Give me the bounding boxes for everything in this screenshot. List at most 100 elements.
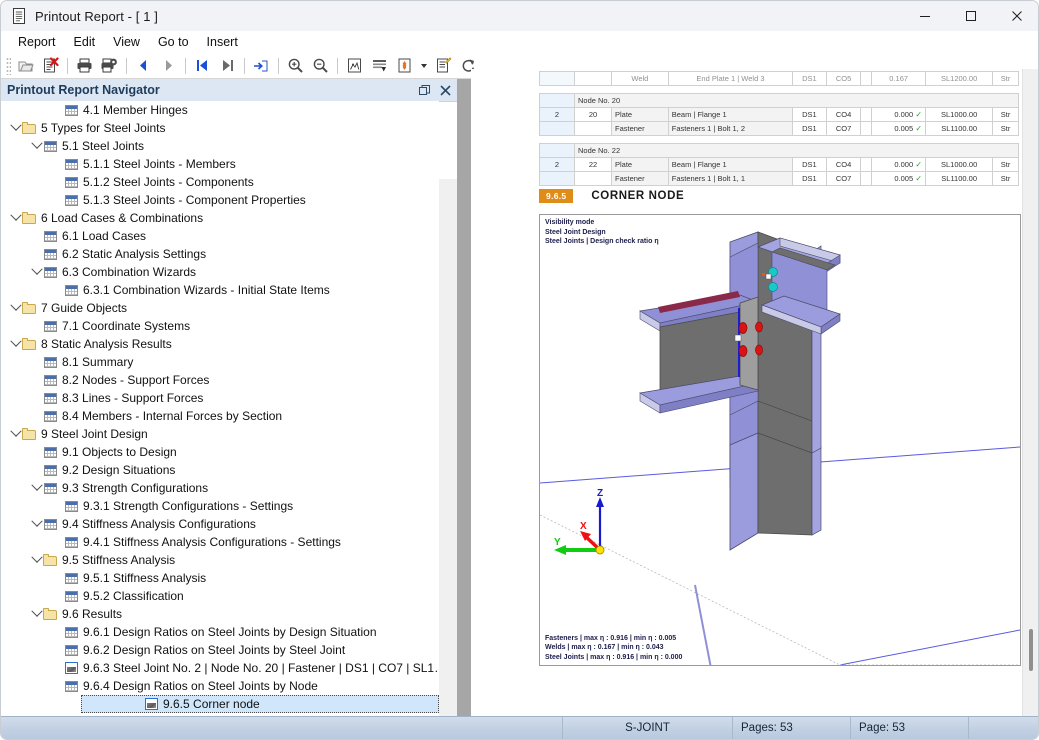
document-vertical-scrollbar[interactable] <box>1022 69 1038 717</box>
tree-item[interactable]: 9.6.5 Corner node <box>81 695 439 713</box>
tree-expander-empty <box>51 626 64 639</box>
chevron-down-icon[interactable] <box>9 209 22 225</box>
row-trail-cell: Str <box>992 157 1019 172</box>
chevron-glyph <box>30 605 43 617</box>
tree-item[interactable]: 9.2 Design Situations <box>1 461 439 479</box>
tree-item[interactable]: 7.1 Coordinate Systems <box>1 317 439 335</box>
tree-item[interactable]: 5.1.3 Steel Joints - Component Propertie… <box>1 191 439 209</box>
svg-text:Z: Z <box>597 488 603 499</box>
tree-expander-empty <box>30 248 43 261</box>
tree-item[interactable]: 9.6.1 Design Ratios on Steel Joints by D… <box>1 623 439 641</box>
first-page-icon[interactable] <box>190 55 215 77</box>
tree-expander-empty <box>51 104 64 117</box>
go-to-page-icon[interactable] <box>249 55 274 77</box>
chevron-down-icon[interactable] <box>9 119 22 135</box>
tree-item[interactable]: 9.5.2 Classification <box>1 587 439 605</box>
tree-item[interactable]: 9.6.4 Design Ratios on Steel Joints by N… <box>1 677 439 695</box>
tree-item[interactable]: 7 Guide Objects <box>1 299 439 317</box>
selection-icon[interactable] <box>367 55 392 77</box>
dropdown-arrow-icon[interactable] <box>417 55 431 77</box>
tree-item[interactable]: 8.4 Members - Internal Forces by Section <box>1 407 439 425</box>
tree-item[interactable]: 6.1 Load Cases <box>1 227 439 245</box>
tree-item[interactable]: 6 Load Cases & Combinations <box>1 209 439 227</box>
report-document-view[interactable]: Weld End Plate 1 | Weld 3 DS1 CO5 0.167 SL120… <box>471 69 1038 717</box>
page-setup-icon[interactable] <box>342 55 367 77</box>
open-report-icon[interactable] <box>13 55 38 77</box>
menu-insert[interactable]: Insert <box>198 33 247 51</box>
menu-report[interactable]: Report <box>9 33 65 51</box>
tree-item-label: 8.1 Summary <box>62 355 134 369</box>
tree-expander-empty <box>51 662 64 675</box>
undock-panel-button[interactable] <box>415 81 433 99</box>
maximize-button[interactable] <box>948 1 994 31</box>
chevron-down-icon[interactable] <box>30 605 43 621</box>
menu-goto[interactable]: Go to <box>149 33 198 51</box>
row-ds-cell: DS1 <box>792 157 827 172</box>
tree-item[interactable]: 8 Static Analysis Results <box>1 335 439 353</box>
tree-item[interactable]: 8.2 Nodes - Support Forces <box>1 371 439 389</box>
row-ratio-cell: 0.000 ✓ <box>871 157 927 172</box>
tree-item[interactable]: 9.5.1 Stiffness Analysis <box>1 569 439 587</box>
toolbar-grip[interactable] <box>6 56 11 75</box>
toolbar-separator <box>244 57 245 74</box>
last-page-icon[interactable] <box>215 55 240 77</box>
tree-item[interactable]: 9.5 Stiffness Analysis <box>1 551 439 569</box>
status-end <box>968 717 1038 739</box>
tree-item[interactable]: 8.1 Summary <box>1 353 439 371</box>
previous-page-icon[interactable] <box>131 55 156 77</box>
minimize-button[interactable] <box>902 1 948 31</box>
navigator-vertical-scrollbar[interactable] <box>439 179 457 739</box>
chevron-down-icon[interactable] <box>30 479 43 495</box>
menu-view[interactable]: View <box>104 33 149 51</box>
tree-expander-empty <box>30 320 43 333</box>
tree-item[interactable]: 5.1.2 Steel Joints - Components <box>1 173 439 191</box>
tree-item[interactable]: 6.3 Combination Wizards <box>1 263 439 281</box>
navigator-tree[interactable]: 4.1 Member Hinges 5 Types for Steel Joint… <box>1 101 439 717</box>
next-page-icon[interactable] <box>156 55 181 77</box>
tree-item[interactable]: 9.3.1 Strength Configurations - Settings <box>1 497 439 515</box>
chevron-down-icon[interactable] <box>30 551 43 567</box>
chevron-down-icon[interactable] <box>30 263 43 279</box>
tree-expander-empty <box>51 536 64 549</box>
delete-report-icon[interactable] <box>38 55 63 77</box>
tree-item[interactable]: 9.3 Strength Configurations <box>1 479 439 497</box>
tree-item[interactable]: 9.6 Results <box>1 605 439 623</box>
zoom-in-icon[interactable] <box>283 55 308 77</box>
svg-text:Y: Y <box>554 537 561 548</box>
document-scroll-thumb[interactable] <box>1029 629 1033 671</box>
print-icon[interactable] <box>72 55 97 77</box>
tree-item[interactable]: 5.1 Steel Joints <box>1 137 439 155</box>
print-settings-icon[interactable] <box>97 55 122 77</box>
tree-item[interactable]: 5.1.1 Steel Joints - Members <box>1 155 439 173</box>
tree-item[interactable]: 9.4.1 Stiffness Analysis Configurations … <box>1 533 439 551</box>
close-panel-button[interactable] <box>436 81 454 99</box>
tree-item[interactable]: 9.1 Objects to Design <box>1 443 439 461</box>
tree-item[interactable]: 9.4 Stiffness Analysis Configurations <box>1 515 439 533</box>
menu-edit[interactable]: Edit <box>65 33 105 51</box>
edit-report-icon[interactable] <box>431 55 456 77</box>
chevron-down-icon[interactable] <box>9 299 22 315</box>
chevron-down-icon[interactable] <box>30 137 43 153</box>
tree-expander-empty <box>51 284 64 297</box>
tree-item[interactable]: 6.3.1 Combination Wizards - Initial Stat… <box>1 281 439 299</box>
tree-item[interactable]: 9 Steel Joint Design <box>1 425 439 443</box>
chevron-down-icon[interactable] <box>30 515 43 531</box>
close-button[interactable] <box>994 1 1038 31</box>
image-icon <box>144 697 159 711</box>
zoom-out-icon[interactable] <box>308 55 333 77</box>
tree-item[interactable]: 9.6.3 Steel Joint No. 2 | Node No. 20 | … <box>1 659 439 677</box>
report-settings-icon[interactable] <box>392 55 417 77</box>
tree-item[interactable]: 6.2 Static Analysis Settings <box>1 245 439 263</box>
corner-node-figure[interactable]: Visibility mode Steel Joint Design Steel… <box>539 214 1021 666</box>
tree-item[interactable]: 4.1 Member Hinges <box>1 101 439 119</box>
tree-item-label: 9.6.2 Design Ratios on Steel Joints by S… <box>83 643 346 657</box>
tree-item[interactable]: 9.6.2 Design Ratios on Steel Joints by S… <box>1 641 439 659</box>
panel-splitter[interactable] <box>457 79 471 717</box>
table-icon <box>64 572 79 585</box>
tree-item[interactable]: 5 Types for Steel Joints <box>1 119 439 137</box>
navigator-scroll-thumb[interactable] <box>440 179 456 739</box>
chevron-down-icon[interactable] <box>9 335 22 351</box>
chevron-down-icon[interactable] <box>9 425 22 441</box>
row-sl-cell: SL1100.00 <box>925 171 994 186</box>
tree-item[interactable]: 8.3 Lines - Support Forces <box>1 389 439 407</box>
